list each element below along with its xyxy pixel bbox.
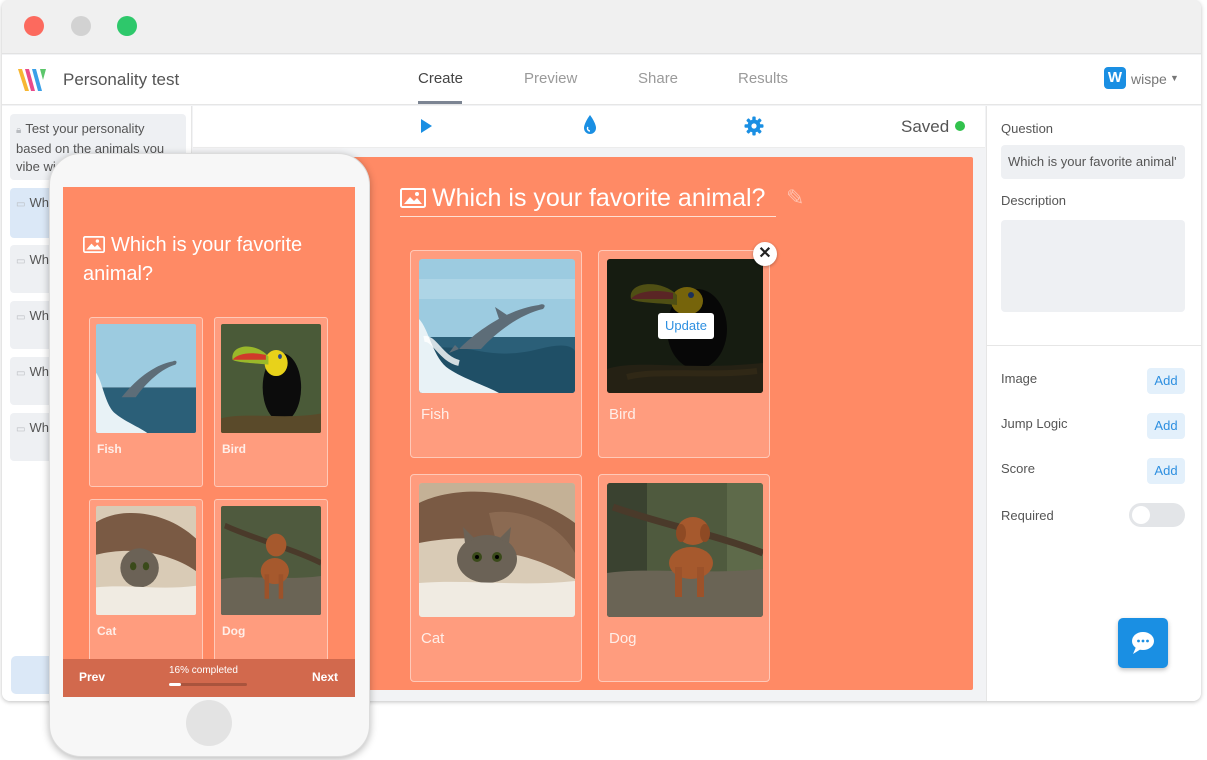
add-image-button[interactable]: Add: [1147, 368, 1185, 394]
phone-choice-cat[interactable]: Cat: [89, 499, 203, 669]
phone-choice-label: Cat: [97, 624, 117, 638]
choice-card-dog[interactable]: Dog: [598, 474, 770, 682]
tab-preview[interactable]: Preview: [524, 70, 577, 87]
save-status: Saved: [901, 117, 950, 136]
phone-choice-label: Fish: [97, 442, 122, 456]
progress-bar: [169, 683, 247, 686]
choice-label[interactable]: Dog: [609, 630, 637, 647]
app-title: Personality test: [63, 70, 180, 89]
phone-question-title: Which is your favorite animal?: [83, 231, 343, 289]
toucan-photo: [221, 324, 321, 433]
next-button[interactable]: Next: [312, 670, 338, 684]
phone-choice-dog[interactable]: Dog: [214, 499, 328, 669]
remove-choice-button[interactable]: ✕: [753, 242, 777, 266]
description-input[interactable]: [1001, 220, 1185, 312]
question-input[interactable]: Which is your favorite animal': [1001, 145, 1185, 179]
lock-icon: 🔒︎: [16, 125, 22, 136]
choice-card-bird[interactable]: Update Bird: [598, 250, 770, 458]
phone-footer: Prev 16% completed Next: [63, 659, 355, 697]
phone-choice-fish[interactable]: Fish: [89, 317, 203, 487]
question-label: Question: [1001, 121, 1054, 136]
choice-card-cat[interactable]: Cat: [410, 474, 582, 682]
image-icon: ▭: [16, 312, 26, 323]
title-bar: [2, 0, 1201, 54]
image-icon: [400, 188, 426, 208]
required-label: Required: [1001, 508, 1054, 523]
question-canvas: Which is your favorite animal? ✎ Fish Up…: [352, 157, 973, 690]
phone-preview: Which is your favorite animal? Fish Bird…: [49, 153, 370, 757]
image-icon: ▭: [16, 368, 26, 379]
phone-choice-label: Dog: [222, 624, 246, 638]
image-icon: ▭: [16, 424, 26, 435]
score-label: Score: [1001, 461, 1035, 476]
cat-photo: [96, 506, 196, 615]
properties-panel: Question Which is your favorite animal' …: [986, 106, 1201, 701]
phone-choice-bird[interactable]: Bird: [214, 317, 328, 487]
update-image-button[interactable]: Update: [658, 313, 714, 339]
description-label: Description: [1001, 193, 1067, 208]
app-logo-icon[interactable]: [16, 66, 48, 94]
app-header: Personality test Create Preview Share Re…: [2, 55, 1201, 105]
choice-label[interactable]: Fish: [421, 406, 449, 423]
user-avatar[interactable]: W: [1104, 67, 1126, 89]
choice-label[interactable]: Bird: [609, 406, 636, 423]
dog-photo: [607, 483, 763, 617]
gear-icon[interactable]: [744, 116, 764, 136]
drop-icon[interactable]: [582, 114, 598, 136]
dolphin-photo: [419, 259, 575, 393]
close-window-button[interactable]: [24, 16, 44, 36]
add-jump-logic-button[interactable]: Add: [1147, 413, 1185, 439]
toucan-photo: Update: [607, 259, 763, 393]
maximize-window-button[interactable]: [117, 16, 137, 36]
minimize-window-button[interactable]: [71, 16, 91, 36]
saved-indicator-dot: [955, 121, 965, 131]
question-title-field[interactable]: Which is your favorite animal?: [400, 183, 776, 217]
question-title-text: Which is your favorite animal?: [432, 184, 766, 212]
choice-card-fish[interactable]: Fish: [410, 250, 582, 458]
add-score-button[interactable]: Add: [1147, 458, 1185, 484]
progress-fill: [169, 683, 182, 686]
jump-logic-label: Jump Logic: [1001, 416, 1068, 431]
image-icon: ▭: [16, 256, 26, 267]
edit-pencil-icon[interactable]: ✎: [786, 185, 804, 211]
panel-divider: [987, 345, 1201, 346]
image-label: Image: [1001, 371, 1038, 386]
phone-choice-label: Bird: [222, 442, 246, 456]
required-toggle[interactable]: [1129, 503, 1185, 527]
image-icon: ▭: [16, 199, 26, 210]
chat-bubble-icon: [1132, 632, 1154, 654]
prev-button[interactable]: Prev: [79, 670, 105, 684]
play-icon[interactable]: [419, 118, 433, 134]
cat-photo: [419, 483, 575, 617]
choice-label[interactable]: Cat: [421, 630, 444, 647]
phone-home-button: [186, 700, 232, 746]
dog-photo: [221, 506, 321, 615]
phone-screen: Which is your favorite animal? Fish Bird…: [63, 187, 355, 697]
image-icon: [83, 236, 105, 253]
phone-question-text: Which is your favorite animal?: [83, 234, 303, 285]
chat-button[interactable]: [1118, 618, 1168, 668]
active-tab-indicator: [418, 101, 462, 104]
toggle-knob: [1132, 506, 1150, 524]
chevron-down-icon[interactable]: ▼: [1170, 73, 1179, 83]
tab-results[interactable]: Results: [738, 70, 788, 87]
dolphin-photo: [96, 324, 196, 433]
tab-share[interactable]: Share: [638, 70, 678, 87]
editor-toolbar: Saved: [193, 106, 985, 148]
tab-create[interactable]: Create: [418, 70, 463, 87]
progress-text: 16% completed: [169, 665, 238, 676]
user-menu[interactable]: wispe: [1131, 71, 1167, 87]
